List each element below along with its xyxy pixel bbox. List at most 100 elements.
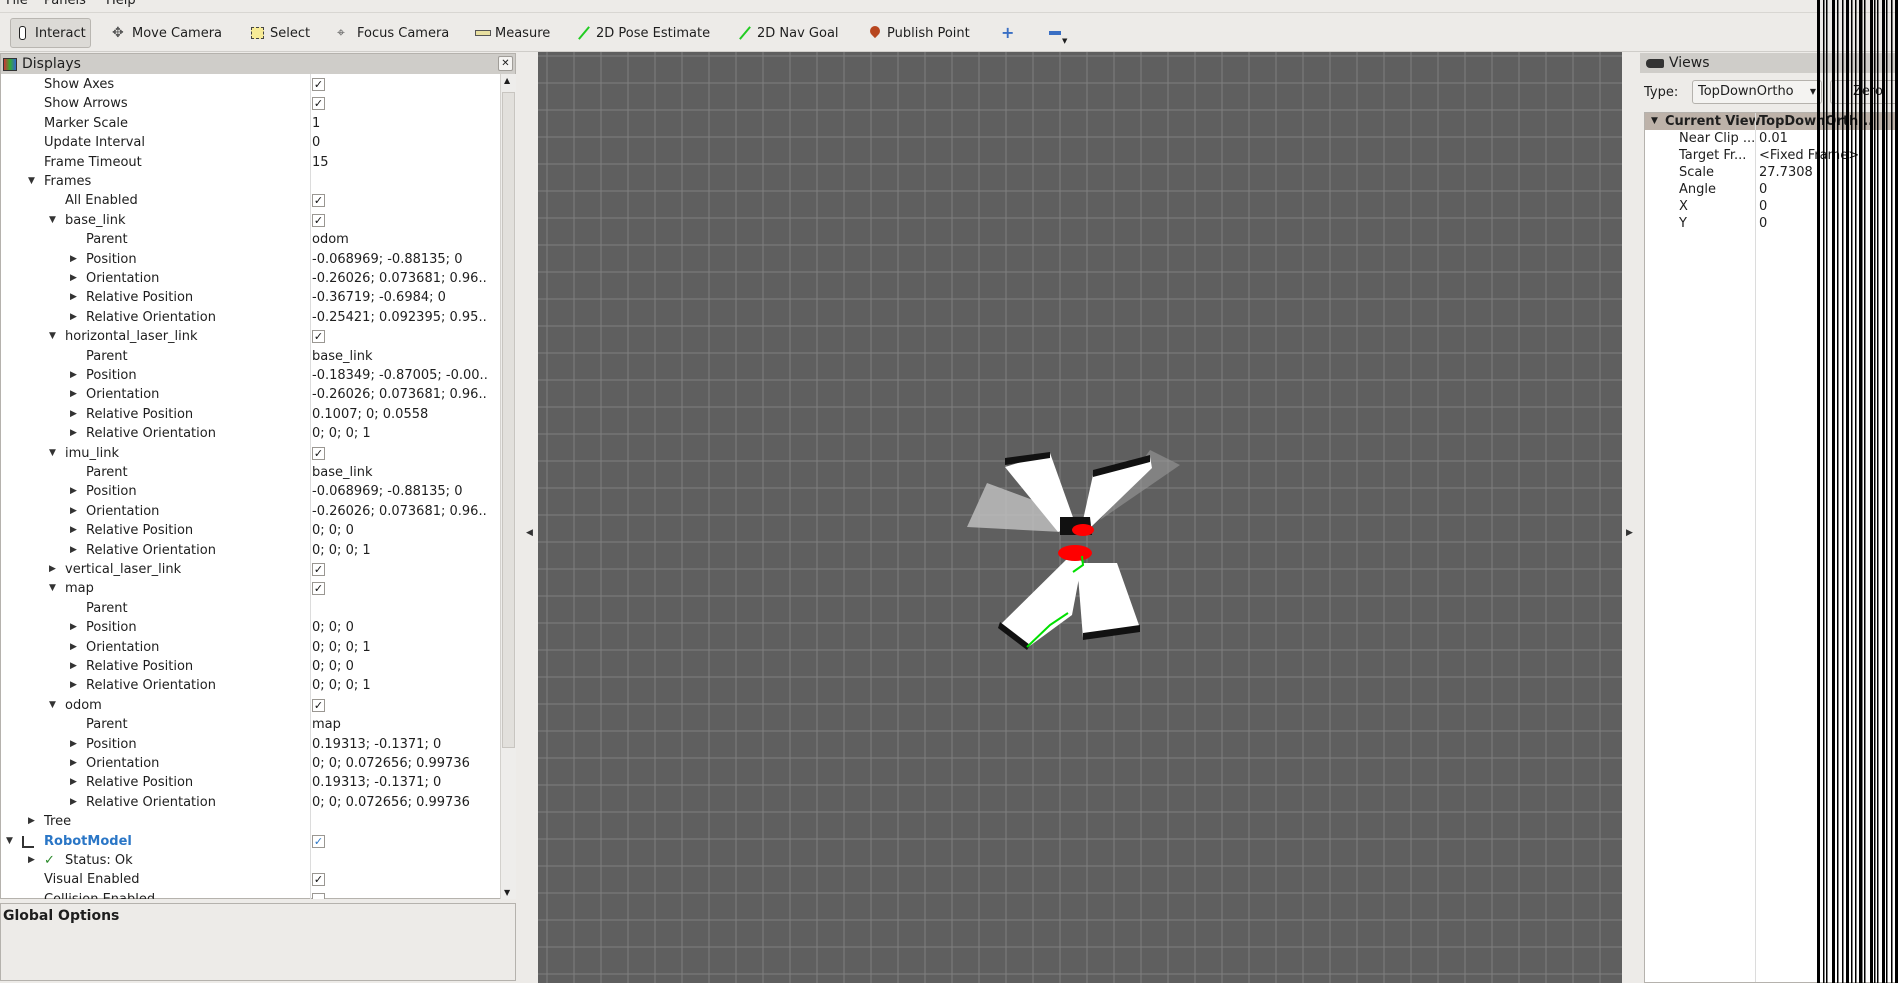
tree-row[interactable]: ▶ Relative Position 0.1007; 0; 0.0558 — [1, 405, 500, 424]
expand-arrow-right-icon[interactable]: ▶ — [70, 288, 77, 307]
checkbox[interactable]: ✓ — [312, 78, 325, 91]
checkbox[interactable]: ✓ — [312, 582, 325, 596]
collapse-left-icon[interactable]: ◀ — [526, 528, 533, 538]
tree-row[interactable]: ▶ ✓ Status: Ok — [1, 851, 500, 870]
expand-arrow-down-icon[interactable]: ▼ — [49, 444, 56, 463]
property-value[interactable]: 27.7308 — [1759, 164, 1813, 181]
tree-row[interactable]: Collision Enabled — [1, 890, 500, 899]
row-value[interactable]: 0; 0; 0 — [312, 618, 498, 637]
tree-row[interactable]: ▶ Relative Position 0; 0; 0 — [1, 521, 500, 540]
view-type-select[interactable]: TopDownOrtho ▼ — [1692, 80, 1822, 104]
tree-row[interactable]: ▼ RobotModel ✓ — [1, 832, 500, 851]
row-value[interactable]: 0; 0; 0.072656; 0.99736 — [312, 754, 498, 773]
tree-row[interactable]: ▼ map ✓ — [1, 579, 500, 598]
tree-row[interactable]: Frame Timeout 15 — [1, 153, 500, 172]
focus-camera-tool-button[interactable]: ⌖ Focus Camera — [333, 18, 453, 48]
scroll-up-icon[interactable]: ▲ — [504, 76, 510, 85]
row-value[interactable]: 1 — [312, 114, 498, 133]
tree-row[interactable]: Update Interval 0 — [1, 133, 500, 152]
tree-row[interactable]: ▶ Orientation -0.26026; 0.073681; 0.96.. — [1, 269, 500, 288]
checkbox[interactable]: ✓ — [312, 330, 325, 344]
tree-row[interactable]: Visual Enabled ✓ — [1, 870, 500, 889]
checkbox[interactable]: ✓ — [312, 563, 325, 576]
tree-row[interactable]: ▶ vertical_laser_link ✓ — [1, 560, 500, 579]
row-value[interactable]: 0.19313; -0.1371; 0 — [312, 735, 498, 754]
expand-arrow-right-icon[interactable]: ▶ — [70, 773, 77, 792]
tree-row[interactable]: ▼ base_link ✓ — [1, 211, 500, 230]
checkbox[interactable]: ✓ — [312, 873, 325, 887]
select-tool-button[interactable]: Select — [246, 18, 314, 48]
collapse-right-icon[interactable]: ▶ — [1626, 528, 1633, 538]
tree-row[interactable]: Marker Scale 1 — [1, 114, 500, 133]
expand-arrow-right-icon[interactable]: ▶ — [70, 735, 77, 754]
row-value[interactable]: -0.068969; -0.88135; 0 — [312, 482, 498, 501]
2d-nav-goal-tool-button[interactable]: 2D Nav Goal — [733, 18, 843, 48]
tree-row[interactable]: ▶ Relative Position -0.36719; -0.6984; 0 — [1, 288, 500, 307]
tree-row[interactable]: ▶ Position 0; 0; 0 — [1, 618, 500, 637]
expand-arrow-down-icon[interactable]: ▼ — [28, 172, 35, 191]
expand-arrow-right-icon[interactable]: ▶ — [28, 851, 35, 870]
tree-row[interactable]: ▶ Relative Orientation 0; 0; 0; 1 — [1, 424, 500, 443]
tree-row[interactable]: ▼ imu_link ✓ — [1, 444, 500, 463]
expand-arrow-down-icon[interactable]: ▼ — [49, 211, 56, 230]
row-value[interactable]: 0.1007; 0; 0.0558 — [312, 405, 498, 424]
tree-row[interactable]: ▶ Position -0.18349; -0.87005; -0.00.. — [1, 366, 500, 385]
scrollbar-thumb[interactable] — [502, 92, 515, 748]
menu-file[interactable]: File — [6, 0, 28, 8]
row-value[interactable]: 0; 0; 0; 1 — [312, 676, 498, 695]
expand-arrow-right-icon[interactable]: ▶ — [70, 424, 77, 443]
expand-arrow-down-icon[interactable]: ▼ — [6, 832, 13, 851]
expand-arrow-right-icon[interactable]: ▶ — [70, 638, 77, 657]
expand-arrow-right-icon[interactable]: ▶ — [70, 793, 77, 812]
expand-arrow-icon[interactable]: ▼ — [1651, 113, 1658, 130]
2d-pose-estimate-tool-button[interactable]: 2D Pose Estimate — [572, 18, 714, 48]
displays-scrollbar[interactable]: ▲ ▼ — [500, 74, 516, 899]
checkbox[interactable]: ✓ — [312, 213, 325, 227]
checkbox[interactable]: ✓ — [312, 97, 325, 111]
expand-arrow-right-icon[interactable]: ▶ — [70, 521, 77, 540]
publish-point-tool-button[interactable]: Publish Point — [863, 18, 974, 48]
tree-row[interactable]: ▶ Relative Orientation -0.25421; 0.092395;… — [1, 308, 500, 327]
row-value[interactable]: 0; 0; 0; 1 — [312, 638, 498, 657]
tree-row[interactable]: ▶ Position -0.068969; -0.88135; 0 — [1, 482, 500, 501]
scroll-down-icon[interactable]: ▼ — [504, 888, 510, 897]
tree-row[interactable]: ▶ Position -0.068969; -0.88135; 0 — [1, 250, 500, 269]
tree-row[interactable]: ▶ Relative Orientation 0; 0; 0; 1 — [1, 676, 500, 695]
checkbox[interactable]: ✓ — [312, 698, 325, 712]
row-value[interactable]: -0.068969; -0.88135; 0 — [312, 250, 498, 269]
minus-tool-button[interactable]: ▼ — [1044, 18, 1068, 48]
plus-tool-button[interactable]: + — [996, 18, 1020, 48]
expand-arrow-right-icon[interactable]: ▶ — [70, 541, 77, 560]
row-value[interactable]: 0; 0; 0 — [312, 657, 498, 676]
expand-arrow-right-icon[interactable]: ▶ — [70, 482, 77, 501]
tree-row[interactable]: Parent — [1, 599, 500, 618]
expand-arrow-right-icon[interactable]: ▶ — [70, 676, 77, 695]
checkbox[interactable]: ✓ — [312, 194, 325, 208]
row-value[interactable]: 0 — [312, 133, 498, 152]
expand-arrow-right-icon[interactable]: ▶ — [70, 308, 77, 327]
tree-row[interactable]: Show Arrows ✓ — [1, 94, 500, 113]
row-value[interactable]: 0; 0; 0.072656; 0.99736 — [312, 793, 498, 812]
property-value[interactable]: 0.01 — [1759, 130, 1788, 147]
row-value[interactable]: odom — [312, 230, 498, 249]
expand-arrow-right-icon[interactable]: ▶ — [70, 657, 77, 676]
row-value[interactable]: -0.26026; 0.073681; 0.96.. — [312, 385, 498, 404]
tree-row[interactable]: ▼ Frames — [1, 172, 500, 191]
expand-arrow-right-icon[interactable]: ▶ — [70, 250, 77, 269]
tree-row[interactable]: ▶ Orientation -0.26026; 0.073681; 0.96.. — [1, 502, 500, 521]
expand-arrow-right-icon[interactable]: ▶ — [28, 812, 35, 831]
expand-arrow-right-icon[interactable]: ▶ — [70, 405, 77, 424]
tree-row[interactable]: ▶ Relative Orientation 0; 0; 0.072656; 0.9… — [1, 793, 500, 812]
tree-row[interactable]: Parent base_link — [1, 463, 500, 482]
menu-help[interactable]: Help — [106, 0, 136, 8]
row-value[interactable]: 0; 0; 0; 1 — [312, 424, 498, 443]
expand-arrow-down-icon[interactable]: ▼ — [49, 696, 56, 715]
row-value[interactable]: base_link — [312, 347, 498, 366]
tree-row[interactable]: ▼ horizontal_laser_link ✓ — [1, 327, 500, 346]
row-value[interactable]: -0.18349; -0.87005; -0.00.. — [312, 366, 498, 385]
move-camera-tool-button[interactable]: ✥ Move Camera — [108, 18, 226, 48]
expand-arrow-right-icon[interactable]: ▶ — [70, 269, 77, 288]
row-value[interactable]: base_link — [312, 463, 498, 482]
row-value[interactable]: map — [312, 715, 498, 734]
expand-arrow-down-icon[interactable]: ▼ — [49, 327, 56, 346]
